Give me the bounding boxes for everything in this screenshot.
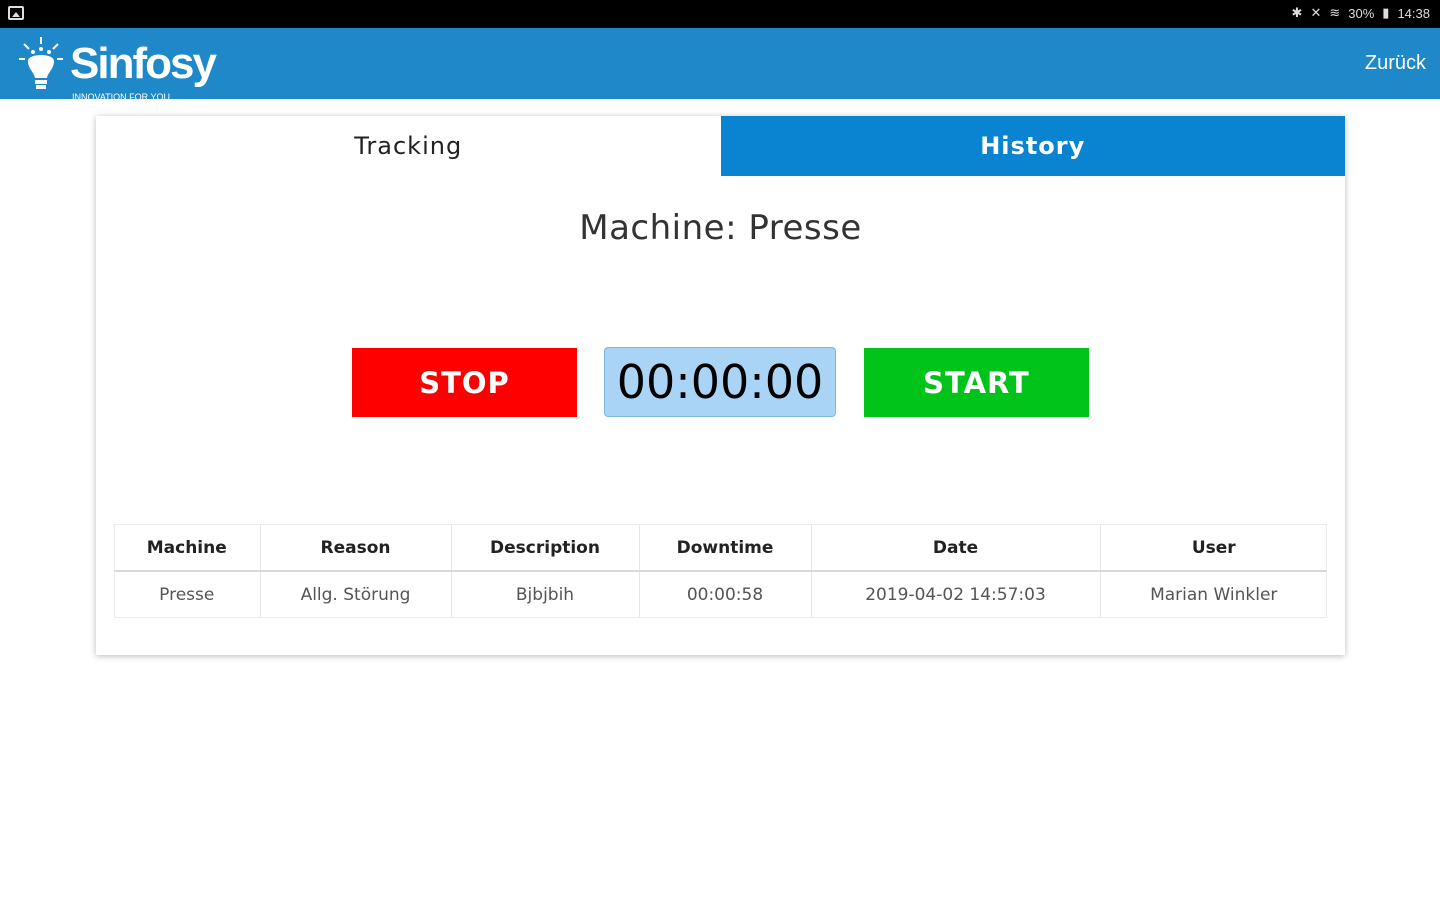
column-header-description: Description	[451, 524, 640, 572]
cell-machine: Presse	[114, 571, 261, 618]
tracking-card: Tracking History Machine: Presse STOP 00…	[96, 116, 1345, 655]
column-header-downtime: Downtime	[639, 524, 812, 572]
battery-icon: ▮	[1382, 5, 1390, 20]
brand-tagline: INNOVATION FOR YOU	[72, 92, 171, 102]
stop-button[interactable]: STOP	[352, 348, 577, 417]
back-button[interactable]: Zurück	[1365, 52, 1426, 75]
machine-title: Machine: Presse	[579, 208, 862, 248]
brand-name: Sinfosy	[70, 39, 217, 88]
wifi-icon: ≋	[1329, 5, 1341, 20]
cell-reason: Allg. Störung	[260, 571, 452, 618]
cell-date: 2019-04-02 14:57:03	[811, 571, 1101, 618]
table-row[interactable]: Presse Allg. Störung Bjbjbih 00:00:58 20…	[114, 571, 1327, 618]
cell-description: Bjbjbih	[451, 571, 640, 618]
tab-history[interactable]: History	[720, 116, 1345, 176]
start-button[interactable]: START	[864, 348, 1089, 417]
downtime-table: Machine Reason Description Downtime Date…	[114, 524, 1327, 618]
cell-user: Marian Winkler	[1100, 571, 1327, 618]
mute-icon: ✕	[1310, 5, 1322, 20]
lightbulb-icon	[16, 35, 66, 93]
battery-percent: 30%	[1348, 5, 1375, 21]
brand-logo: Sinfosy INNOVATION FOR YOU	[16, 34, 217, 102]
cell-downtime: 00:00:58	[639, 571, 812, 618]
timer-display: 00:00:00	[604, 347, 836, 417]
tab-bar: Tracking History	[96, 116, 1345, 176]
tab-tracking[interactable]: Tracking	[96, 116, 721, 176]
column-header-date: Date	[811, 524, 1101, 572]
bluetooth-icon: ✱	[1291, 5, 1303, 20]
app-header: Sinfosy INNOVATION FOR YOU Zurück	[0, 28, 1440, 102]
table-header-row: Machine Reason Description Downtime Date…	[114, 524, 1327, 572]
column-header-user: User	[1100, 524, 1327, 572]
column-header-reason: Reason	[260, 524, 452, 572]
status-icons: ✱ ✕ ≋ 30% ▮ 14:38	[1292, 5, 1430, 21]
column-header-machine: Machine	[114, 524, 261, 572]
clock: 14:38	[1397, 5, 1430, 21]
image-icon	[8, 6, 24, 20]
status-bar: ✱ ✕ ≋ 30% ▮ 14:38	[0, 0, 1440, 28]
